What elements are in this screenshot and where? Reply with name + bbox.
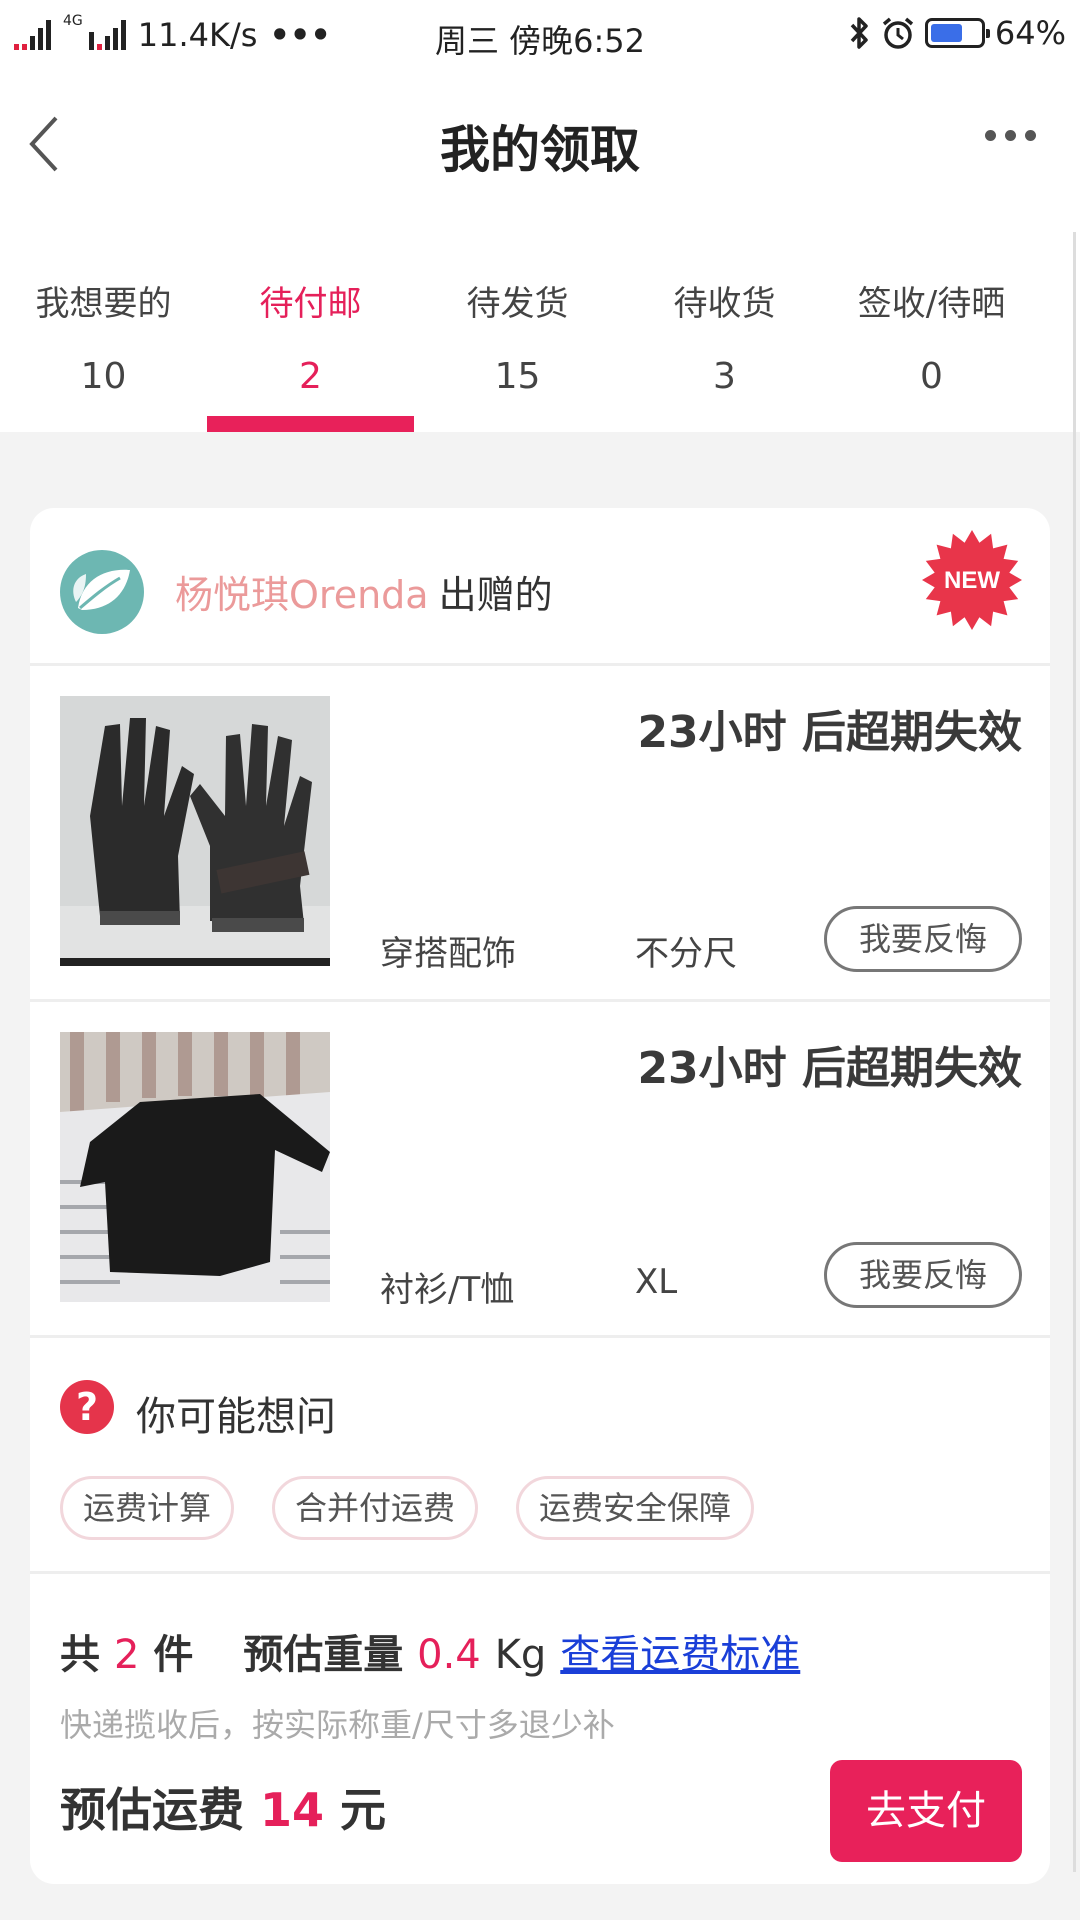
tab-count: 2: [299, 356, 322, 397]
total-prefix: 共: [60, 1632, 100, 1678]
page-title: 我的领取: [440, 121, 640, 179]
title-bar: 我的领取: [0, 72, 1080, 212]
fee-value: 14: [260, 1783, 325, 1837]
more-dots-icon: [985, 130, 996, 141]
status-bar: 4G 11.4K/s ••• 周三 傍晚6:52 64%: [0, 0, 1080, 72]
tab-signed[interactable]: 签收/待晒 0: [828, 212, 1035, 432]
summary-line: 共 2 件 预估重量 0.4 Kg 查看运费标准: [60, 1622, 800, 1680]
shipping-note: 快递揽收后，按实际称重/尺寸多退少补: [60, 1706, 615, 1744]
chip-shipping-calc[interactable]: 运费计算: [60, 1476, 235, 1540]
expire-text: 23小时 后超期失效: [637, 1043, 1022, 1094]
order-card: 杨悦琪Orenda 出赠的 NEW 23小时 后超期失效 穿搭配饰 不分尺 我要…: [30, 508, 1050, 1884]
giver-suffix: 出赠的: [438, 573, 553, 617]
faq-title: 你可能想问: [136, 1394, 336, 1440]
tab-pending-receipt[interactable]: 待收货 3: [621, 212, 828, 432]
chip-combine-shipping[interactable]: 合并付运费: [272, 1476, 479, 1540]
total-count: 2: [113, 1632, 140, 1678]
tab-label: 待付邮: [259, 284, 362, 324]
tab-count: 3: [713, 356, 736, 397]
battery-icon: [924, 18, 990, 48]
avatar[interactable]: [60, 550, 144, 634]
tab-label: 我想要的: [35, 284, 172, 324]
black-shirt-photo[interactable]: [60, 1032, 330, 1302]
expire-text: 23小时 后超期失效: [637, 707, 1022, 758]
new-badge: NEW: [922, 530, 1022, 630]
gloves-photo[interactable]: [60, 696, 330, 966]
fee-line: 预估运费 14 元: [60, 1774, 386, 1840]
weight-label: 预估重量: [243, 1632, 404, 1678]
tab-wanted[interactable]: 我想要的 10: [0, 212, 207, 432]
leaf-icon: [73, 569, 130, 610]
shipping-standard-link[interactable]: 查看运费标准: [560, 1632, 800, 1678]
weight-unit: Kg: [494, 1632, 547, 1678]
regret-button[interactable]: 我要反悔: [824, 906, 1022, 972]
payment-summary: 共 2 件 预估重量 0.4 Kg 查看运费标准 快递揽收后，按实际称重/尺寸多…: [30, 1574, 1050, 1884]
tab-pending-postage[interactable]: 待付邮 2: [207, 212, 414, 432]
pay-button[interactable]: 去支付: [830, 1760, 1022, 1862]
item-size: XL: [635, 1262, 678, 1302]
battery-percent: 64%: [994, 14, 1066, 52]
total-unit: 件: [153, 1632, 194, 1678]
giver-row[interactable]: 杨悦琪Orenda 出赠的 NEW: [30, 508, 1050, 666]
faq-section: ? 你可能想问 运费计算 合并付运费 运费安全保障: [30, 1338, 1050, 1574]
weight-value: 0.4: [417, 1632, 481, 1678]
item-size: 不分尺: [635, 934, 737, 974]
tab-label: 待收货: [673, 284, 776, 324]
tab-label: 待发货: [466, 284, 569, 324]
faq-chips: 运费计算 合并付运费 运费安全保障: [60, 1476, 755, 1540]
bluetooth-icon: [850, 17, 868, 49]
status-right: 64%: [849, 14, 1066, 52]
fee-label: 预估运费: [60, 1783, 244, 1837]
tab-count: 0: [920, 356, 943, 397]
new-badge-icon: NEW: [922, 530, 1022, 630]
item-category: 穿搭配饰: [380, 934, 516, 974]
question-icon: ?: [60, 1380, 114, 1434]
chip-shipping-safety[interactable]: 运费安全保障: [516, 1476, 755, 1540]
more-button[interactable]: [985, 130, 1036, 141]
fee-unit: 元: [340, 1783, 387, 1837]
tab-count: 15: [494, 356, 541, 397]
scrollbar[interactable]: [1073, 232, 1076, 1872]
item-category: 衬衫/T恤: [380, 1270, 515, 1310]
tab-count: 10: [80, 356, 127, 397]
regret-button[interactable]: 我要反悔: [824, 1242, 1022, 1308]
new-badge-label: NEW: [944, 567, 1000, 594]
alarm-icon: [882, 17, 913, 49]
giver-name[interactable]: 杨悦琪Orenda: [175, 573, 429, 617]
tab-pending-shipment[interactable]: 待发货 15: [414, 212, 621, 432]
tab-label: 签收/待晒: [857, 284, 1006, 324]
item-row[interactable]: 23小时 后超期失效 穿搭配饰 不分尺 我要反悔: [30, 666, 1050, 1002]
status-tabs: 我想要的 10 待付邮 2 待发货 15 待收货 3 签收/待晒 0: [0, 212, 1080, 432]
item-row[interactable]: 23小时 后超期失效 衬衫/T恤 XL 我要反悔: [30, 1002, 1050, 1338]
